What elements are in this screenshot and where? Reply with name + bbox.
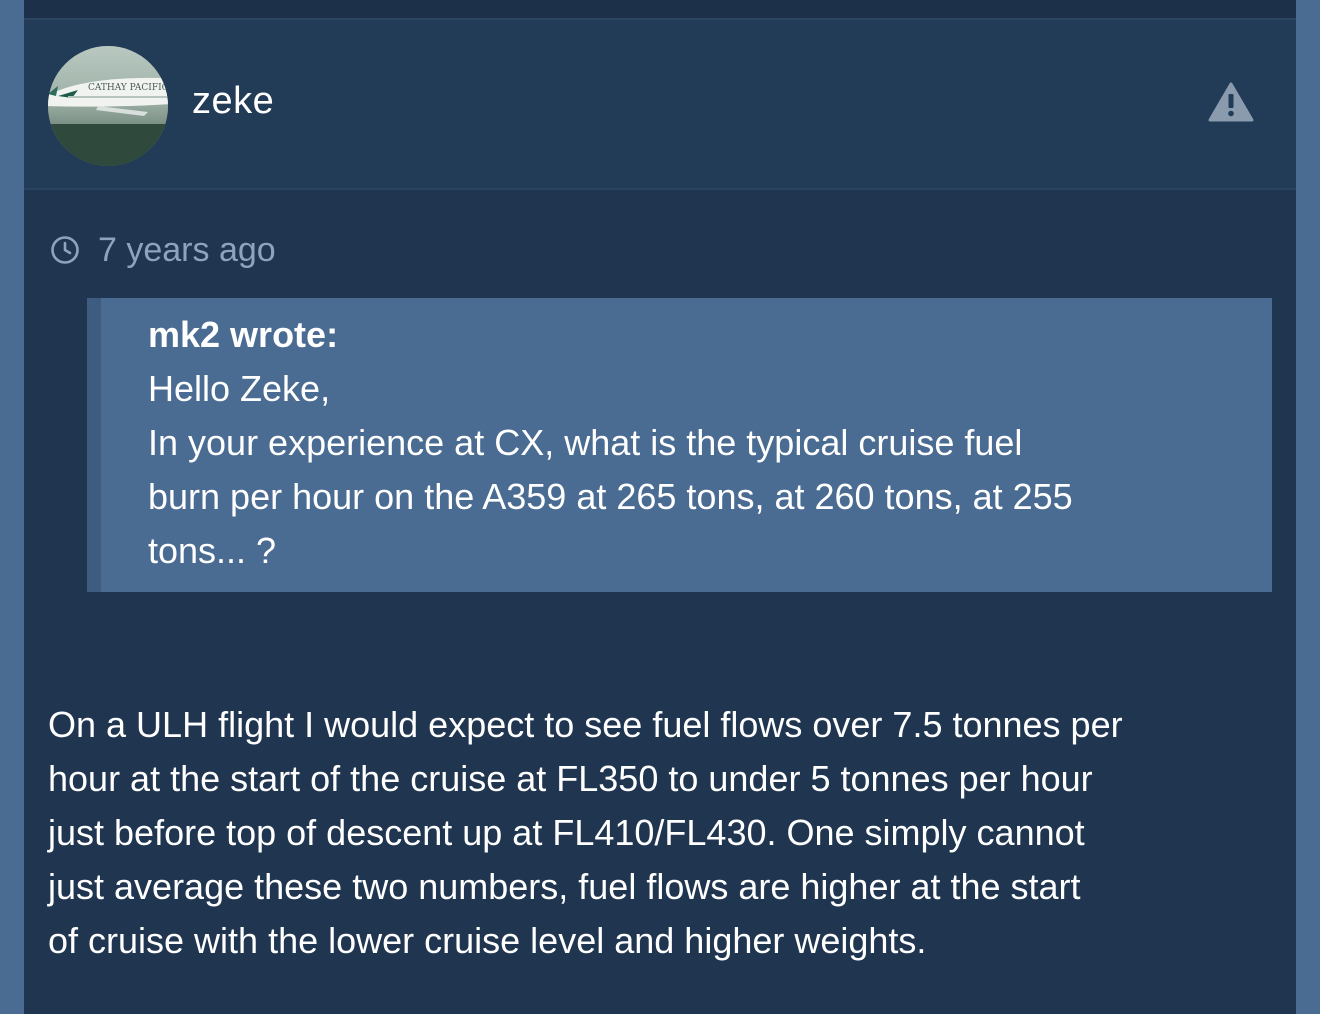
post-body-line: of cruise with the lower cruise level an… bbox=[48, 920, 927, 961]
quote-block: mk2 wrote: Hello Zeke, In your experienc… bbox=[87, 298, 1272, 592]
post-body-line: just average these two numbers, fuel flo… bbox=[48, 866, 1081, 907]
post-body: On a ULH flight I would expect to see fu… bbox=[48, 698, 1278, 968]
avatar[interactable]: CATHAY PACIFIC bbox=[48, 46, 168, 166]
quote-body: Hello Zeke, In your experience at CX, wh… bbox=[148, 362, 1248, 578]
forum-post: CATHAY PACIFIC zeke 7 years ago mk2 wrot… bbox=[24, 0, 1296, 1014]
post-timestamp[interactable]: 7 years ago bbox=[50, 228, 276, 272]
timestamp-text: 7 years ago bbox=[98, 230, 276, 269]
quote-line: tons... ? bbox=[148, 530, 277, 571]
avatar-airplane-photo: CATHAY PACIFIC bbox=[48, 46, 168, 166]
author-username[interactable]: zeke bbox=[192, 80, 274, 123]
post-body-line: hour at the start of the cruise at FL350… bbox=[48, 758, 1093, 799]
quote-line: In your experience at CX, what is the ty… bbox=[148, 422, 1023, 463]
post-header: CATHAY PACIFIC zeke bbox=[24, 20, 1296, 190]
post-body-line: just before top of descent up at FL410/F… bbox=[48, 812, 1085, 853]
quote-author[interactable]: mk2 wrote: bbox=[148, 314, 338, 356]
post-body-line: On a ULH flight I would expect to see fu… bbox=[48, 704, 1123, 745]
clock-icon bbox=[50, 235, 80, 265]
warning-triangle-icon[interactable] bbox=[1208, 82, 1254, 122]
avatar-livery-text: CATHAY PACIFIC bbox=[88, 83, 168, 93]
forum-page: CATHAY PACIFIC zeke 7 years ago mk2 wrot… bbox=[0, 0, 1320, 1014]
quote-line: Hello Zeke, bbox=[148, 368, 331, 409]
quote-line: burn per hour on the A359 at 265 tons, a… bbox=[148, 476, 1073, 517]
previous-post-edge bbox=[24, 0, 1296, 20]
